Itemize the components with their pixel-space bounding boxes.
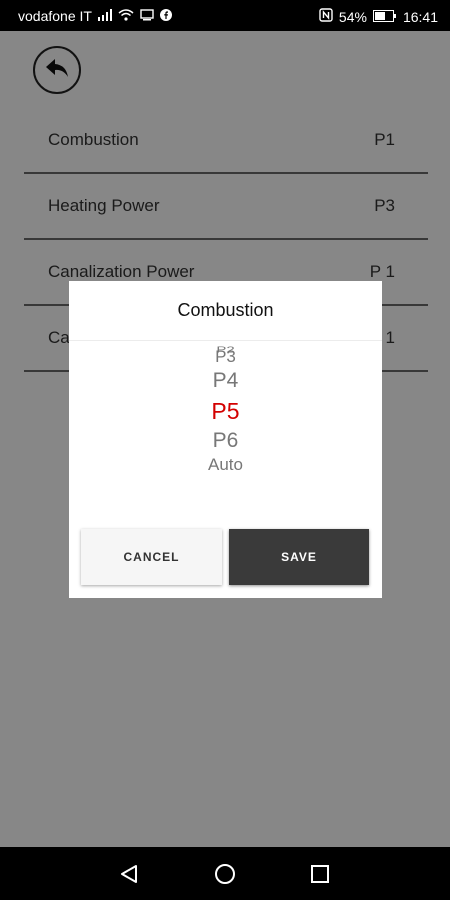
battery-icon [372, 9, 397, 25]
carrier-name: vodafone IT [18, 8, 92, 24]
nfc-icon [319, 8, 333, 25]
battery-percent: 54% [338, 8, 367, 25]
facebook-icon [159, 8, 172, 24]
signal-icon [97, 8, 112, 24]
save-button[interactable]: SAVE [229, 529, 369, 585]
recents-square-icon[interactable] [307, 861, 333, 887]
picker-option[interactable]: P3 [69, 347, 382, 367]
wifi-icon [118, 8, 134, 24]
navigation-bar [0, 847, 450, 900]
value-picker[interactable]: P2 P3 P4 P5 P6 Auto [69, 343, 382, 493]
home-circle-icon[interactable] [212, 861, 238, 887]
clock: 16:41 [402, 8, 438, 25]
cast-icon [140, 8, 154, 24]
picker-option[interactable]: P4 [69, 369, 382, 393]
dialog-divider [69, 340, 382, 341]
combustion-dialog: Combustion P2 P3 P4 P5 P6 Auto CANCEL SA… [69, 281, 382, 598]
picker-option-selected[interactable]: P5 [69, 398, 382, 424]
back-triangle-icon[interactable] [116, 861, 142, 887]
picker-option[interactable]: Auto [69, 455, 382, 475]
cancel-button[interactable]: CANCEL [81, 529, 222, 585]
status-bar: vodafone IT 54% 16:41 [0, 0, 450, 31]
dialog-title: Combustion [177, 300, 274, 320]
picker-option[interactable]: P6 [69, 429, 382, 453]
